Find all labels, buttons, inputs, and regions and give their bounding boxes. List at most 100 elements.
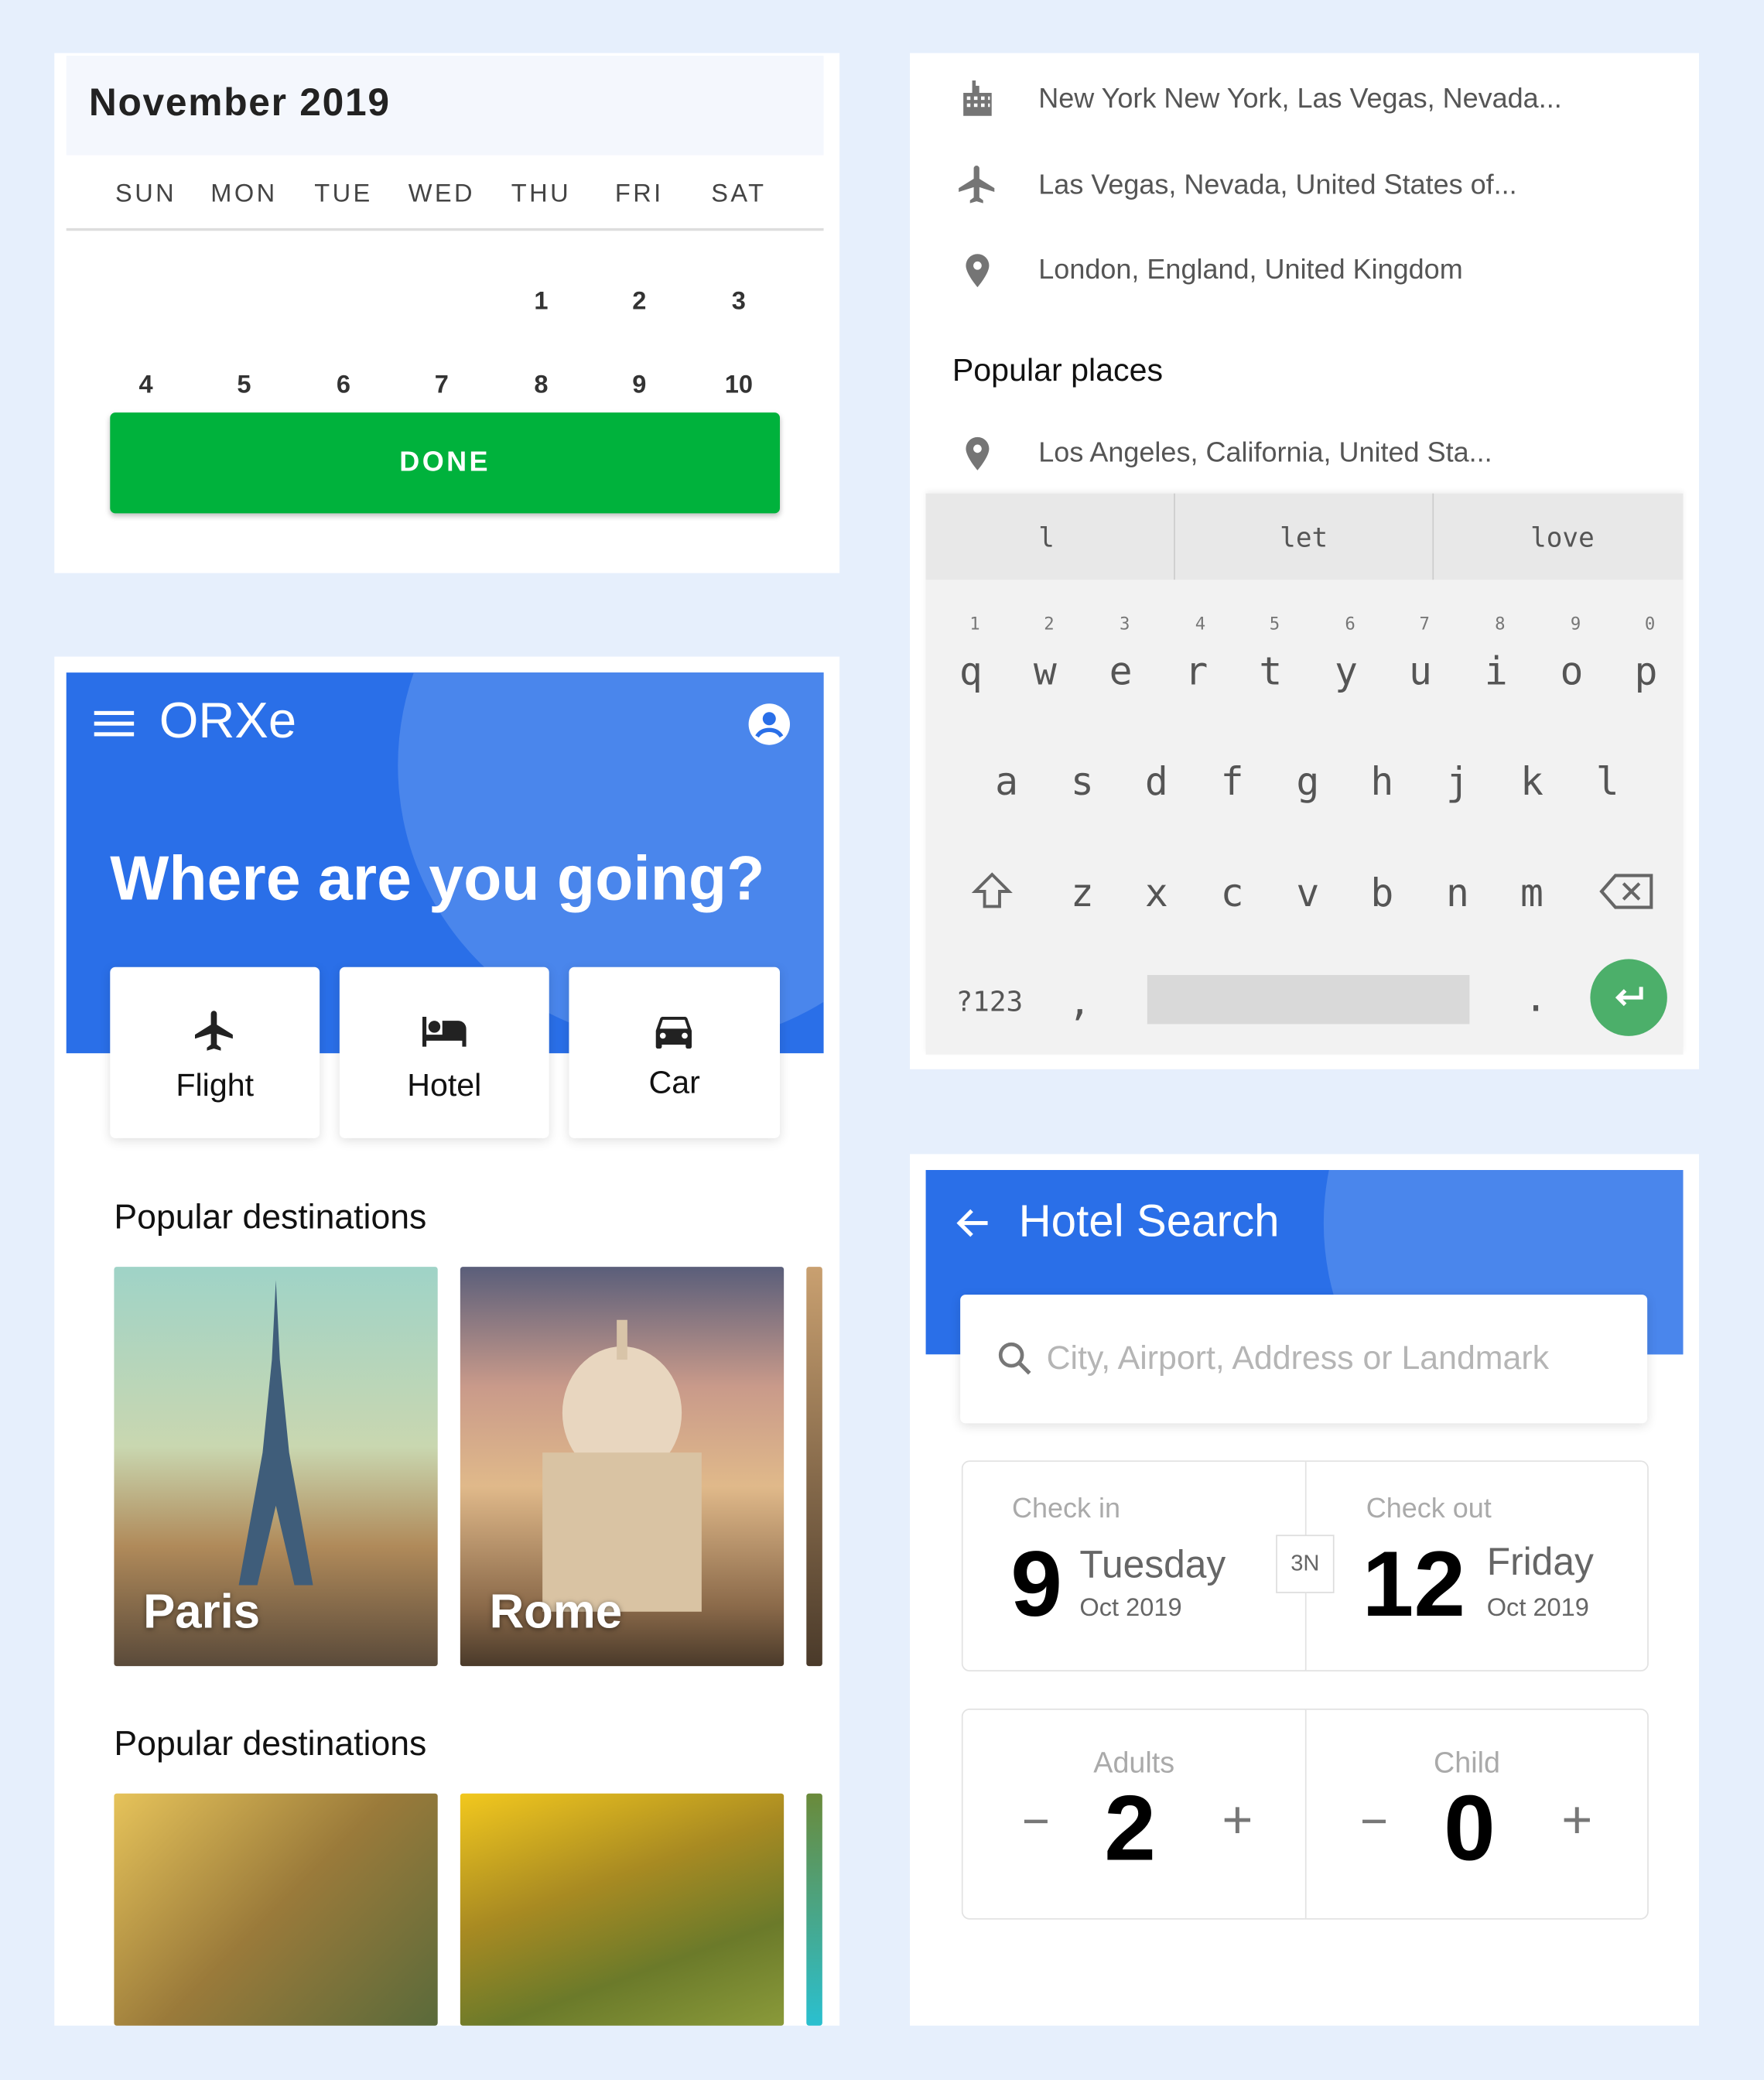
menu-icon[interactable] — [94, 710, 135, 737]
destination-card-partial[interactable] — [806, 1793, 822, 2026]
calendar-day[interactable]: 6 — [337, 371, 350, 401]
done-button[interactable]: DONE — [110, 412, 781, 514]
destination-card-paris[interactable]: Paris — [114, 1267, 438, 1667]
space-bar[interactable] — [1147, 975, 1470, 1025]
key-s[interactable]: s — [1071, 759, 1094, 804]
checkout-month: Oct 2019 — [1486, 1594, 1589, 1623]
search-icon — [998, 1342, 1031, 1375]
key-y[interactable]: y — [1335, 648, 1358, 693]
calendar-day[interactable]: 4 — [139, 371, 153, 401]
category-label: Car — [648, 1065, 700, 1101]
calendar-day[interactable]: 1 — [534, 288, 548, 317]
comma-key[interactable]: , — [1068, 979, 1091, 1024]
key-number-hint: 7 — [1419, 614, 1430, 635]
car-icon — [655, 1017, 692, 1049]
calendar-day[interactable]: 2 — [632, 288, 646, 317]
key-m[interactable]: m — [1520, 871, 1544, 915]
category-label: Flight — [176, 1068, 255, 1104]
key-u[interactable]: u — [1409, 648, 1432, 693]
key-w[interactable]: w — [1034, 648, 1057, 693]
weekday-label: SAT — [711, 180, 767, 209]
category-hotel[interactable]: Hotel — [339, 966, 549, 1138]
key-number-hint: 8 — [1495, 614, 1506, 635]
location-pin-icon — [966, 254, 990, 288]
calendar-day[interactable]: 5 — [237, 371, 251, 401]
recent-search-item[interactable]: New York New York, Las Vegas, Nevada... — [1038, 84, 1561, 115]
recent-search-item[interactable]: London, England, United Kingdom — [1038, 255, 1462, 286]
key-d[interactable]: d — [1145, 759, 1168, 804]
shift-key-icon[interactable] — [969, 867, 1014, 915]
basilica-image — [542, 1319, 702, 1612]
key-number-hint: 6 — [1345, 614, 1355, 635]
key-x[interactable]: x — [1145, 871, 1168, 915]
location-search-input[interactable]: City, Airport, Address or Landmark — [960, 1295, 1648, 1424]
weekday-label: WED — [408, 180, 475, 209]
eiffel-tower-image — [238, 1280, 313, 1586]
calendar-day[interactable]: 7 — [435, 371, 449, 401]
key-b[interactable]: b — [1370, 871, 1393, 915]
destination-card[interactable] — [114, 1793, 438, 2026]
symbols-key[interactable]: ?123 — [956, 986, 1024, 1018]
weekday-label: FRI — [614, 180, 664, 209]
checkout-field[interactable]: Check out 12 Friday Oct 2019 — [1307, 1462, 1646, 1668]
category-car[interactable]: Car — [569, 966, 781, 1138]
key-i[interactable]: i — [1485, 648, 1508, 693]
checkin-month: Oct 2019 — [1079, 1594, 1182, 1623]
key-a[interactable]: a — [995, 759, 1018, 804]
key-t[interactable]: t — [1259, 648, 1282, 693]
adults-increment-button[interactable]: + — [1222, 1791, 1253, 1851]
destination-card[interactable] — [460, 1793, 785, 2026]
key-e[interactable]: e — [1109, 648, 1133, 693]
user-account-icon[interactable] — [747, 702, 791, 747]
period-key[interactable]: . — [1524, 975, 1547, 1020]
recent-search-item[interactable]: Las Vegas, Nevada, United States of... — [1038, 169, 1516, 201]
adults-decrement-button[interactable]: − — [1022, 1794, 1050, 1849]
key-j[interactable]: j — [1446, 759, 1469, 804]
checkin-day: 9 — [1010, 1532, 1063, 1636]
checkin-field[interactable]: Check in 9 Tuesday Oct 2019 — [963, 1462, 1304, 1668]
guests-selector — [961, 1709, 1649, 1920]
keyboard-suggestion[interactable]: love — [1530, 522, 1595, 553]
key-z[interactable]: z — [1071, 871, 1094, 915]
calendar-day[interactable]: 9 — [632, 371, 646, 401]
calendar-month-title: November 2019 — [88, 82, 391, 125]
popular-place-item[interactable]: Los Angeles, California, United Sta... — [1038, 438, 1492, 470]
backspace-key-icon[interactable] — [1597, 867, 1658, 915]
key-n[interactable]: n — [1446, 871, 1469, 915]
child-decrement-button[interactable]: − — [1360, 1794, 1388, 1849]
key-p[interactable]: p — [1634, 648, 1657, 693]
key-g[interactable]: g — [1296, 759, 1319, 804]
key-number-hint: 3 — [1120, 614, 1130, 635]
key-h[interactable]: h — [1370, 759, 1393, 804]
destination-card-partial[interactable] — [806, 1267, 822, 1667]
keyboard-suggestion[interactable]: let — [1280, 522, 1328, 553]
child-increment-button[interactable]: + — [1561, 1791, 1592, 1851]
key-number-hint: 5 — [1269, 614, 1280, 635]
key-number-hint: 4 — [1195, 614, 1206, 635]
key-r[interactable]: r — [1185, 648, 1208, 693]
destination-label: Paris — [143, 1583, 261, 1639]
section-title: Popular destinations — [114, 1722, 427, 1764]
category-flight[interactable]: Flight — [110, 966, 320, 1138]
key-o[interactable]: o — [1560, 648, 1583, 693]
checkout-day: 12 — [1362, 1532, 1466, 1636]
calendar-day[interactable]: 8 — [534, 371, 548, 401]
keyboard-suggestion[interactable]: l — [1038, 522, 1055, 553]
key-v[interactable]: v — [1296, 871, 1319, 915]
enter-key[interactable] — [1590, 959, 1667, 1036]
back-arrow-icon[interactable] — [952, 1202, 995, 1244]
key-number-hint: 2 — [1044, 614, 1055, 635]
calendar-day[interactable]: 3 — [732, 288, 746, 317]
location-pin-icon — [966, 436, 990, 470]
key-c[interactable]: c — [1221, 871, 1244, 915]
key-f[interactable]: f — [1221, 759, 1244, 804]
enter-icon — [1615, 987, 1643, 1007]
key-k[interactable]: k — [1520, 759, 1544, 804]
weekday-label: TUE — [314, 180, 373, 209]
destination-card-rome[interactable]: Rome — [460, 1267, 785, 1667]
calendar-day[interactable]: 10 — [725, 371, 753, 401]
key-l[interactable]: l — [1596, 759, 1619, 804]
weekday-label: SUN — [115, 180, 177, 209]
divider — [1174, 493, 1175, 580]
key-q[interactable]: q — [959, 648, 983, 693]
